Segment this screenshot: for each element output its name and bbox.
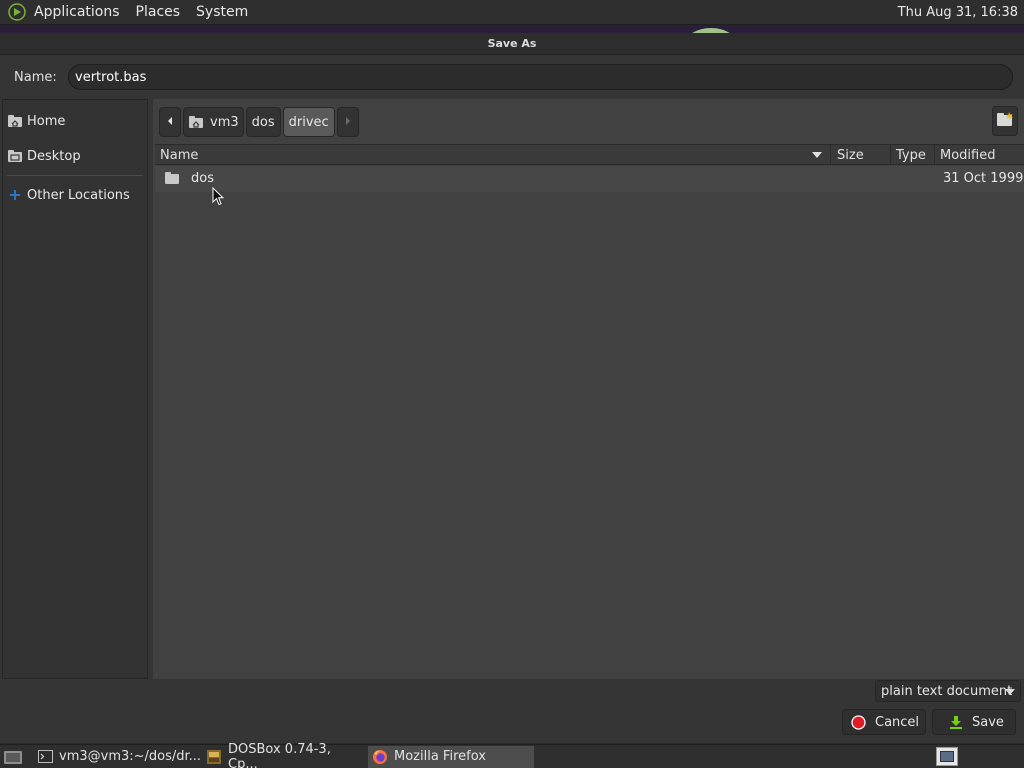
save-label: Save bbox=[972, 714, 1004, 730]
sidebar-item-label: Other Locations bbox=[27, 187, 130, 203]
column-name[interactable]: Name bbox=[160, 145, 830, 165]
places-menu[interactable]: Places bbox=[128, 4, 189, 20]
plus-icon bbox=[7, 187, 23, 203]
task-firefox[interactable]: Mozilla Firefox bbox=[368, 745, 534, 768]
chevron-right-icon bbox=[344, 115, 352, 130]
chevron-down-icon bbox=[1005, 689, 1015, 695]
new-folder-icon bbox=[996, 111, 1014, 131]
task-label: vm3@vm3:~/dos/dr... bbox=[59, 749, 202, 764]
dialog-titlebar[interactable]: Save As bbox=[0, 33, 1024, 55]
file-browser-pane: vm3 dos drivec Name Size Type Modified d… bbox=[153, 99, 1024, 679]
table-row[interactable]: dos 31 Oct 1999 bbox=[155, 166, 1024, 192]
download-icon bbox=[949, 715, 963, 730]
taskbar: vm3@vm3:~/dos/dr... DOSBox 0.74-3, Cp...… bbox=[0, 742, 1024, 768]
home-folder-icon bbox=[7, 113, 23, 129]
column-header: Name Size Type Modified bbox=[155, 144, 1024, 165]
path-segment-label: vm3 bbox=[210, 114, 239, 130]
column-modified-label: Modified bbox=[940, 147, 996, 163]
path-forward-button[interactable] bbox=[336, 107, 359, 137]
path-segment-drivec[interactable]: drivec bbox=[282, 107, 335, 137]
task-label: DOSBox 0.74-3, Cp... bbox=[228, 741, 331, 768]
show-desktop-icon bbox=[3, 749, 23, 765]
folder-icon bbox=[164, 171, 180, 185]
path-segment-label: dos bbox=[251, 114, 275, 130]
terminal-icon bbox=[38, 749, 53, 765]
sidebar-item-label: Home bbox=[27, 113, 66, 129]
file-name: dos bbox=[191, 171, 214, 186]
task-dosbox[interactable]: DOSBox 0.74-3, Cp... bbox=[202, 742, 366, 768]
name-row: Name: bbox=[0, 55, 1024, 99]
path-back-button[interactable] bbox=[159, 107, 181, 137]
places-sidebar: Home Desktop Other Locations bbox=[2, 99, 148, 679]
column-type[interactable]: Type bbox=[890, 145, 934, 165]
name-label: Name: bbox=[14, 69, 57, 85]
applications-menu[interactable]: Applications bbox=[28, 4, 128, 20]
sidebar-item-home[interactable]: Home bbox=[3, 106, 147, 136]
home-folder-icon bbox=[188, 115, 204, 129]
sort-descending-icon bbox=[812, 152, 822, 158]
system-menu[interactable]: System bbox=[188, 4, 256, 20]
cancel-button[interactable]: Cancel bbox=[842, 709, 926, 735]
stop-icon bbox=[851, 714, 866, 730]
chevron-left-icon bbox=[166, 115, 174, 130]
column-size[interactable]: Size bbox=[830, 145, 890, 165]
path-segment-vm3[interactable]: vm3 bbox=[183, 107, 244, 137]
column-type-label: Type bbox=[896, 147, 926, 163]
workspace-window-thumbnail bbox=[940, 751, 954, 762]
task-terminal[interactable]: vm3@vm3:~/dos/dr... bbox=[34, 746, 202, 768]
distro-logo-icon[interactable] bbox=[6, 1, 28, 23]
column-name-label: Name bbox=[160, 147, 199, 163]
show-desktop-button[interactable] bbox=[0, 746, 26, 768]
top-panel: Applications Places System Thu Aug 31, 1… bbox=[0, 0, 1024, 25]
column-size-label: Size bbox=[837, 147, 864, 163]
task-label: Mozilla Firefox bbox=[394, 749, 486, 764]
sidebar-item-desktop[interactable]: Desktop bbox=[3, 141, 147, 171]
file-modified: 31 Oct 1999 bbox=[943, 171, 1024, 186]
save-as-dialog: Save As Name: Home Desktop Other Locatio… bbox=[0, 33, 1024, 743]
dialog-title: Save As bbox=[487, 37, 537, 50]
create-folder-button[interactable] bbox=[992, 106, 1018, 136]
sidebar-divider bbox=[7, 175, 143, 176]
sidebar-item-other-locations[interactable]: Other Locations bbox=[3, 180, 147, 210]
file-type-filter-label: plain text document bbox=[881, 683, 1013, 699]
path-segment-dos[interactable]: dos bbox=[245, 107, 281, 137]
clock[interactable]: Thu Aug 31, 16:38 bbox=[898, 5, 1024, 20]
path-bar: vm3 dos drivec bbox=[159, 107, 361, 137]
firefox-icon bbox=[372, 749, 388, 765]
dosbox-icon bbox=[206, 749, 222, 765]
workspace-switcher[interactable] bbox=[936, 747, 958, 766]
save-button[interactable]: Save bbox=[932, 709, 1016, 735]
desktop-folder-icon bbox=[7, 148, 23, 164]
path-segment-label: drivec bbox=[288, 114, 329, 130]
file-type-filter-dropdown[interactable]: plain text document bbox=[875, 680, 1021, 702]
sidebar-item-label: Desktop bbox=[27, 148, 81, 164]
mouse-pointer-icon bbox=[212, 186, 225, 210]
cancel-label: Cancel bbox=[875, 714, 920, 730]
column-modified[interactable]: Modified bbox=[934, 145, 1024, 165]
filename-input[interactable] bbox=[68, 64, 1013, 90]
